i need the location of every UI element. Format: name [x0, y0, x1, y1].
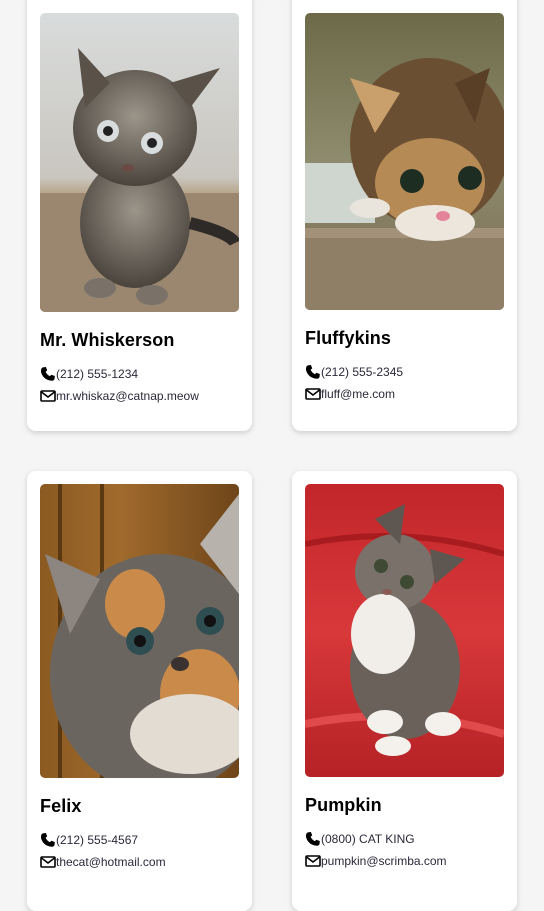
phone-icon — [305, 364, 321, 380]
email-address[interactable]: pumpkin@scrimba.com — [321, 854, 447, 868]
email-address[interactable]: mr.whiskaz@catnap.meow — [56, 389, 199, 403]
phone-row: (212) 555-2345 — [305, 363, 504, 380]
phone-row: (212) 555-4567 — [40, 831, 239, 848]
contact-card: Mr. Whiskerson (212) 555-1234 mr.whiskaz… — [27, 0, 252, 431]
kitten-photo — [305, 13, 504, 310]
phone-row: (0800) CAT KING — [305, 830, 504, 847]
envelope-icon — [305, 386, 321, 402]
phone-number: (212) 555-2345 — [321, 364, 404, 379]
cat-name: Mr. Whiskerson — [40, 330, 175, 350]
kitten-photo — [40, 484, 239, 778]
contact-info: (0800) CAT KING pumpkin@scrimba.com — [305, 830, 504, 869]
email-row: pumpkin@scrimba.com — [305, 852, 504, 869]
envelope-icon — [40, 854, 56, 870]
phone-icon — [40, 832, 56, 848]
email-row: mr.whiskaz@catnap.meow — [40, 387, 239, 404]
phone-icon — [40, 366, 56, 382]
kitten-photo — [305, 484, 504, 777]
phone-number: (212) 555-4567 — [56, 832, 139, 847]
contact-card: Fluffykins (212) 555-2345 fluff@me.com — [292, 0, 517, 431]
envelope-icon — [305, 853, 321, 869]
contact-card: Pumpkin (0800) CAT KING pumpkin@scrimba.… — [292, 471, 517, 911]
cat-name: Fluffykins — [305, 328, 392, 348]
phone-row: (212) 555-1234 — [40, 365, 239, 382]
cat-name: Pumpkin — [305, 795, 382, 815]
cat-name: Felix — [40, 796, 82, 816]
contact-info: (212) 555-1234 mr.whiskaz@catnap.meow — [40, 365, 239, 404]
phone-number: (0800) CAT KING — [321, 831, 415, 846]
envelope-icon — [40, 388, 56, 404]
email-row: fluff@me.com — [305, 385, 504, 402]
kitten-photo — [40, 13, 239, 312]
contact-info: (212) 555-4567 thecat@hotmail.com — [40, 831, 239, 870]
phone-number: (212) 555-1234 — [56, 366, 139, 381]
email-address[interactable]: fluff@me.com — [321, 387, 395, 401]
email-row: thecat@hotmail.com — [40, 853, 239, 870]
email-address[interactable]: thecat@hotmail.com — [56, 855, 166, 869]
contact-card: Felix (212) 555-4567 thecat@hotmail.com — [27, 471, 252, 911]
contact-info: (212) 555-2345 fluff@me.com — [305, 363, 504, 402]
phone-icon — [305, 831, 321, 847]
